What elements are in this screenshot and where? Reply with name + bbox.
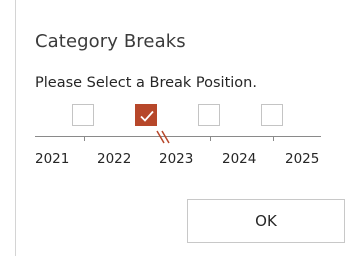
ok-button[interactable]: OK: [187, 199, 345, 243]
dialog-title: Category Breaks: [35, 31, 186, 52]
category-breaks-dialog: Category Breaks Please Select a Break Po…: [15, 0, 356, 256]
checkmark-icon: [140, 110, 154, 122]
axis-tick: [273, 136, 274, 141]
break-checkbox-2[interactable]: [135, 104, 157, 126]
year-label-2024: 2024: [222, 151, 257, 167]
axis-break-icon: [156, 130, 170, 144]
dialog-prompt: Please Select a Break Position.: [35, 75, 257, 91]
year-label-2021: 2021: [35, 151, 70, 167]
break-checkbox-1[interactable]: [72, 104, 94, 126]
break-checkbox-4[interactable]: [261, 104, 283, 126]
year-label-2025: 2025: [285, 151, 320, 167]
break-checkbox-3[interactable]: [198, 104, 220, 126]
axis-tick: [210, 136, 211, 141]
category-axis-line: [35, 136, 321, 137]
axis-tick: [84, 136, 85, 141]
background-edge: [0, 0, 15, 256]
year-label-2022: 2022: [97, 151, 132, 167]
year-label-2023: 2023: [159, 151, 194, 167]
